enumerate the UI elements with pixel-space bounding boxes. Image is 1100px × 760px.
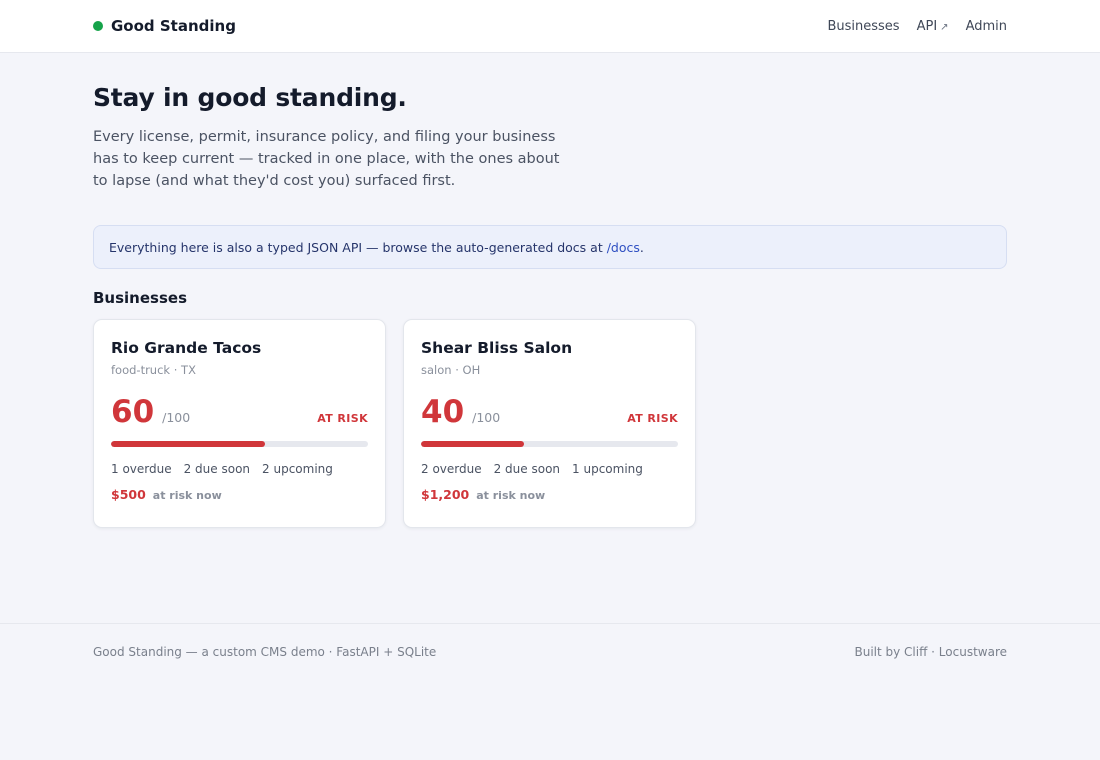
status-badge: AT RISK bbox=[317, 412, 368, 425]
status-badge: AT RISK bbox=[627, 412, 678, 425]
business-name: Shear Bliss Salon bbox=[421, 339, 573, 357]
footer-right-text: Built by Cliff · Locustware bbox=[854, 645, 1007, 659]
businesses-heading: Businesses bbox=[93, 289, 187, 307]
footer-left-text: Good Standing — a custom CMS demo · Fast… bbox=[93, 645, 437, 659]
api-info-banner: Everything here is also a typed JSON API… bbox=[93, 225, 1007, 269]
business-card-list: Rio Grande Tacos food-truck · TX 60 /100… bbox=[93, 319, 1007, 528]
score-max: /100 bbox=[472, 410, 501, 425]
banner-text-end: . bbox=[639, 239, 644, 255]
banner-text-start: Everything here is also a typed JSON API… bbox=[109, 239, 607, 255]
nav-businesses-link[interactable]: Businesses bbox=[827, 19, 899, 34]
nav-api-label: API bbox=[916, 18, 938, 34]
overdue-count: 1 overdue bbox=[111, 462, 172, 476]
nav-api-link[interactable]: API ↗ bbox=[917, 19, 949, 34]
risk-summary: $1,200 at risk now bbox=[421, 487, 678, 502]
external-link-icon: ↗ bbox=[940, 21, 949, 33]
main-nav: Businesses API ↗ Admin bbox=[827, 19, 1007, 34]
status-dot-icon bbox=[93, 21, 103, 31]
business-meta: salon · OH bbox=[421, 363, 481, 377]
item-counts: 1 overdue 2 due soon 2 upcoming bbox=[111, 462, 368, 476]
score-row: 60 /100 AT RISK bbox=[111, 395, 368, 429]
score-row: 40 /100 AT RISK bbox=[421, 395, 678, 429]
score-progress-bar bbox=[421, 441, 678, 447]
upcoming-count: 2 upcoming bbox=[262, 462, 333, 476]
score-progress-fill bbox=[421, 441, 524, 447]
risk-summary: $500 at risk now bbox=[111, 487, 368, 502]
score-value: 40 bbox=[421, 394, 465, 430]
upcoming-count: 1 upcoming bbox=[572, 462, 643, 476]
score-progress-bar bbox=[111, 441, 368, 447]
docs-link[interactable]: /docs bbox=[607, 240, 640, 255]
score-max: /100 bbox=[162, 410, 191, 425]
risk-label: at risk now bbox=[152, 489, 222, 502]
overdue-count: 2 overdue bbox=[421, 462, 482, 476]
hero-description: Every license, permit, insurance policy,… bbox=[93, 129, 560, 189]
business-card-rio-grande-tacos[interactable]: Rio Grande Tacos food-truck · TX 60 /100… bbox=[93, 319, 386, 528]
page-footer: Good Standing — a custom CMS demo · Fast… bbox=[0, 623, 1100, 659]
page-title: Stay in good standing. bbox=[93, 83, 407, 112]
top-navbar: Good Standing Businesses API ↗ Admin bbox=[0, 0, 1100, 53]
business-name: Rio Grande Tacos bbox=[111, 339, 262, 357]
business-meta: food-truck · TX bbox=[111, 363, 196, 377]
risk-label: at risk now bbox=[476, 489, 546, 502]
business-card-shear-bliss-salon[interactable]: Shear Bliss Salon salon · OH 40 /100 AT … bbox=[403, 319, 696, 528]
item-counts: 2 overdue 2 due soon 1 upcoming bbox=[421, 462, 678, 476]
risk-amount: $500 bbox=[111, 487, 146, 502]
due-soon-count: 2 due soon bbox=[493, 462, 561, 476]
score-progress-fill bbox=[111, 441, 266, 447]
banner-text: Everything here is also a typed JSON API… bbox=[109, 240, 644, 255]
score-value: 60 bbox=[111, 394, 155, 430]
brand-name: Good Standing bbox=[111, 17, 236, 35]
brand[interactable]: Good Standing bbox=[93, 17, 236, 35]
risk-amount: $1,200 bbox=[421, 487, 470, 502]
nav-admin-link[interactable]: Admin bbox=[966, 19, 1007, 34]
due-soon-count: 2 due soon bbox=[183, 462, 251, 476]
main-content: Stay in good standing. Every license, pe… bbox=[0, 53, 1100, 528]
